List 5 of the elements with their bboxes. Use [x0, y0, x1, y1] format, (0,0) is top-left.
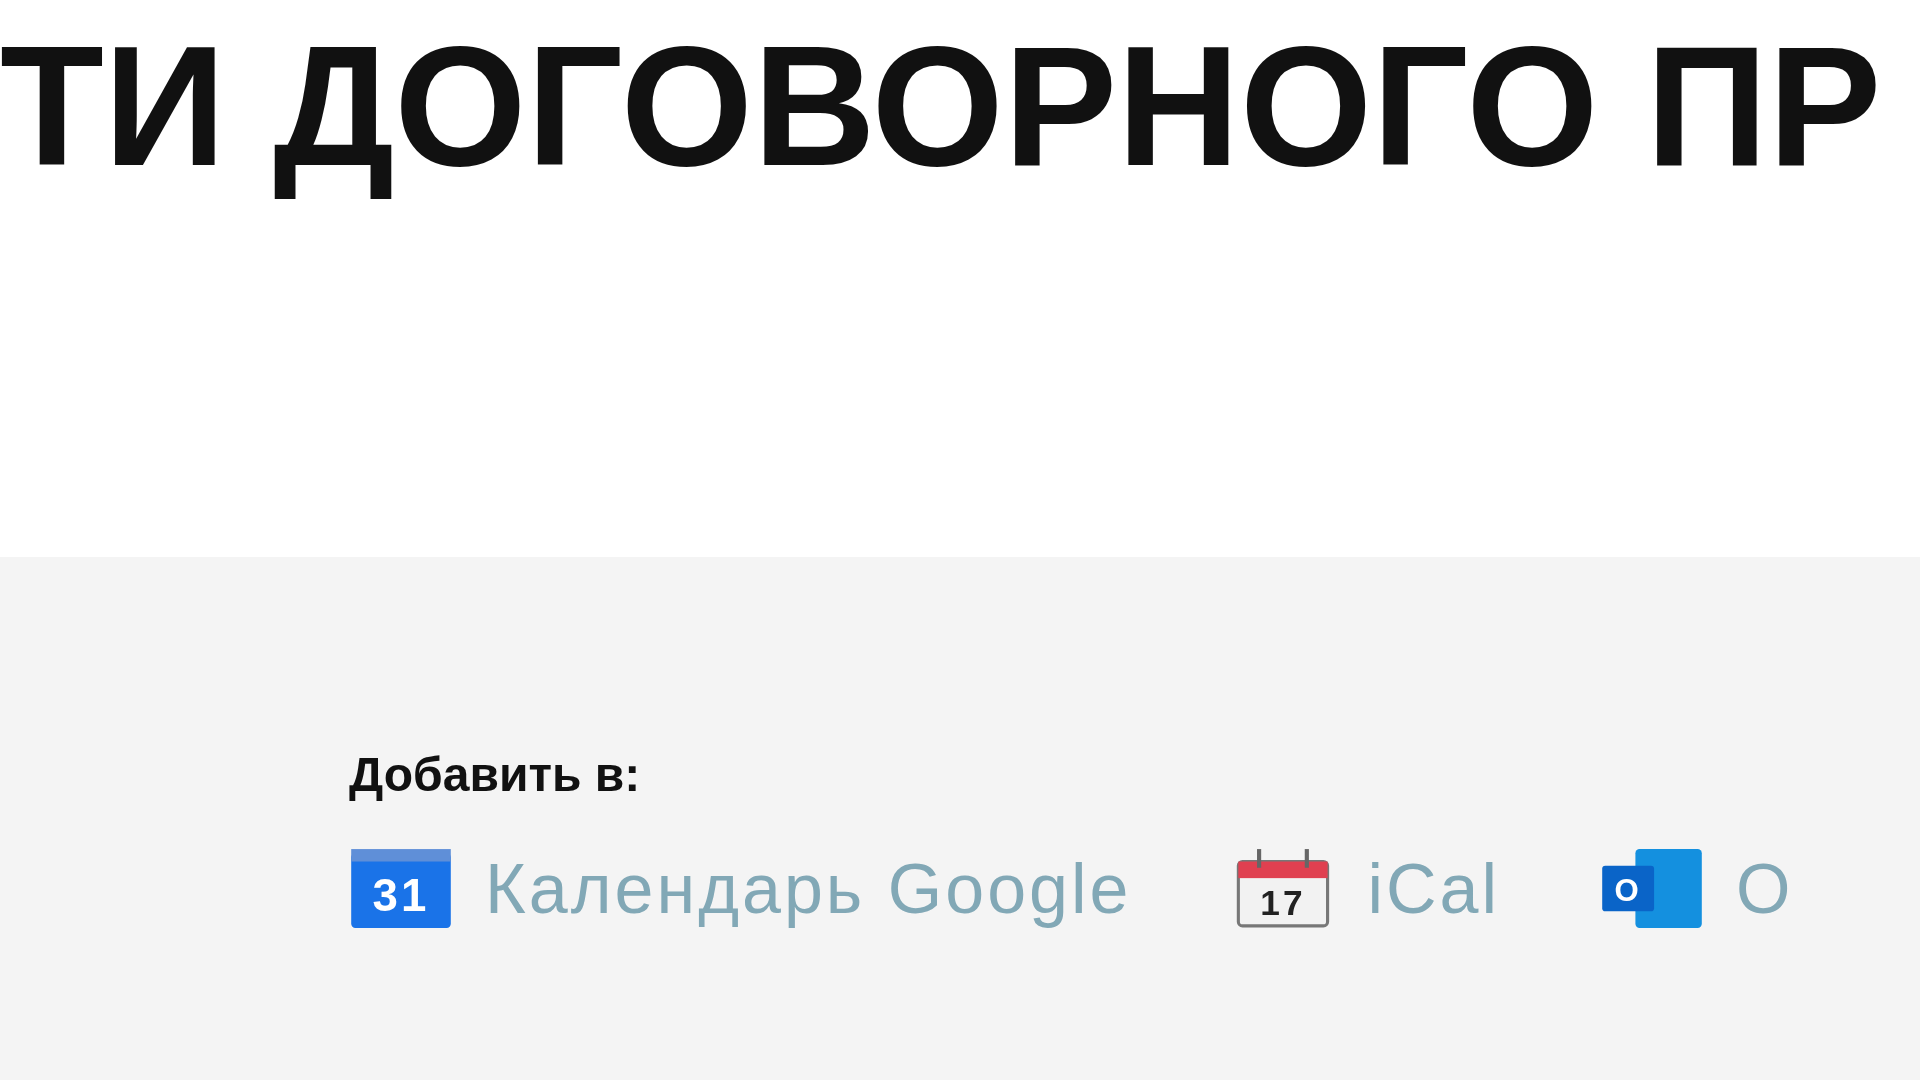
calendar-link[interactable]: 31 Календарь Google — [349, 847, 1132, 930]
page-heading: ТИ ДОГОВОРНОГО ПР — [0, 10, 1882, 203]
calendar-link[interactable]: 17 iCal — [1231, 847, 1501, 930]
add-to-label: Добавить в: — [349, 747, 642, 802]
calendar-link[interactable]: O О — [1600, 847, 1794, 930]
